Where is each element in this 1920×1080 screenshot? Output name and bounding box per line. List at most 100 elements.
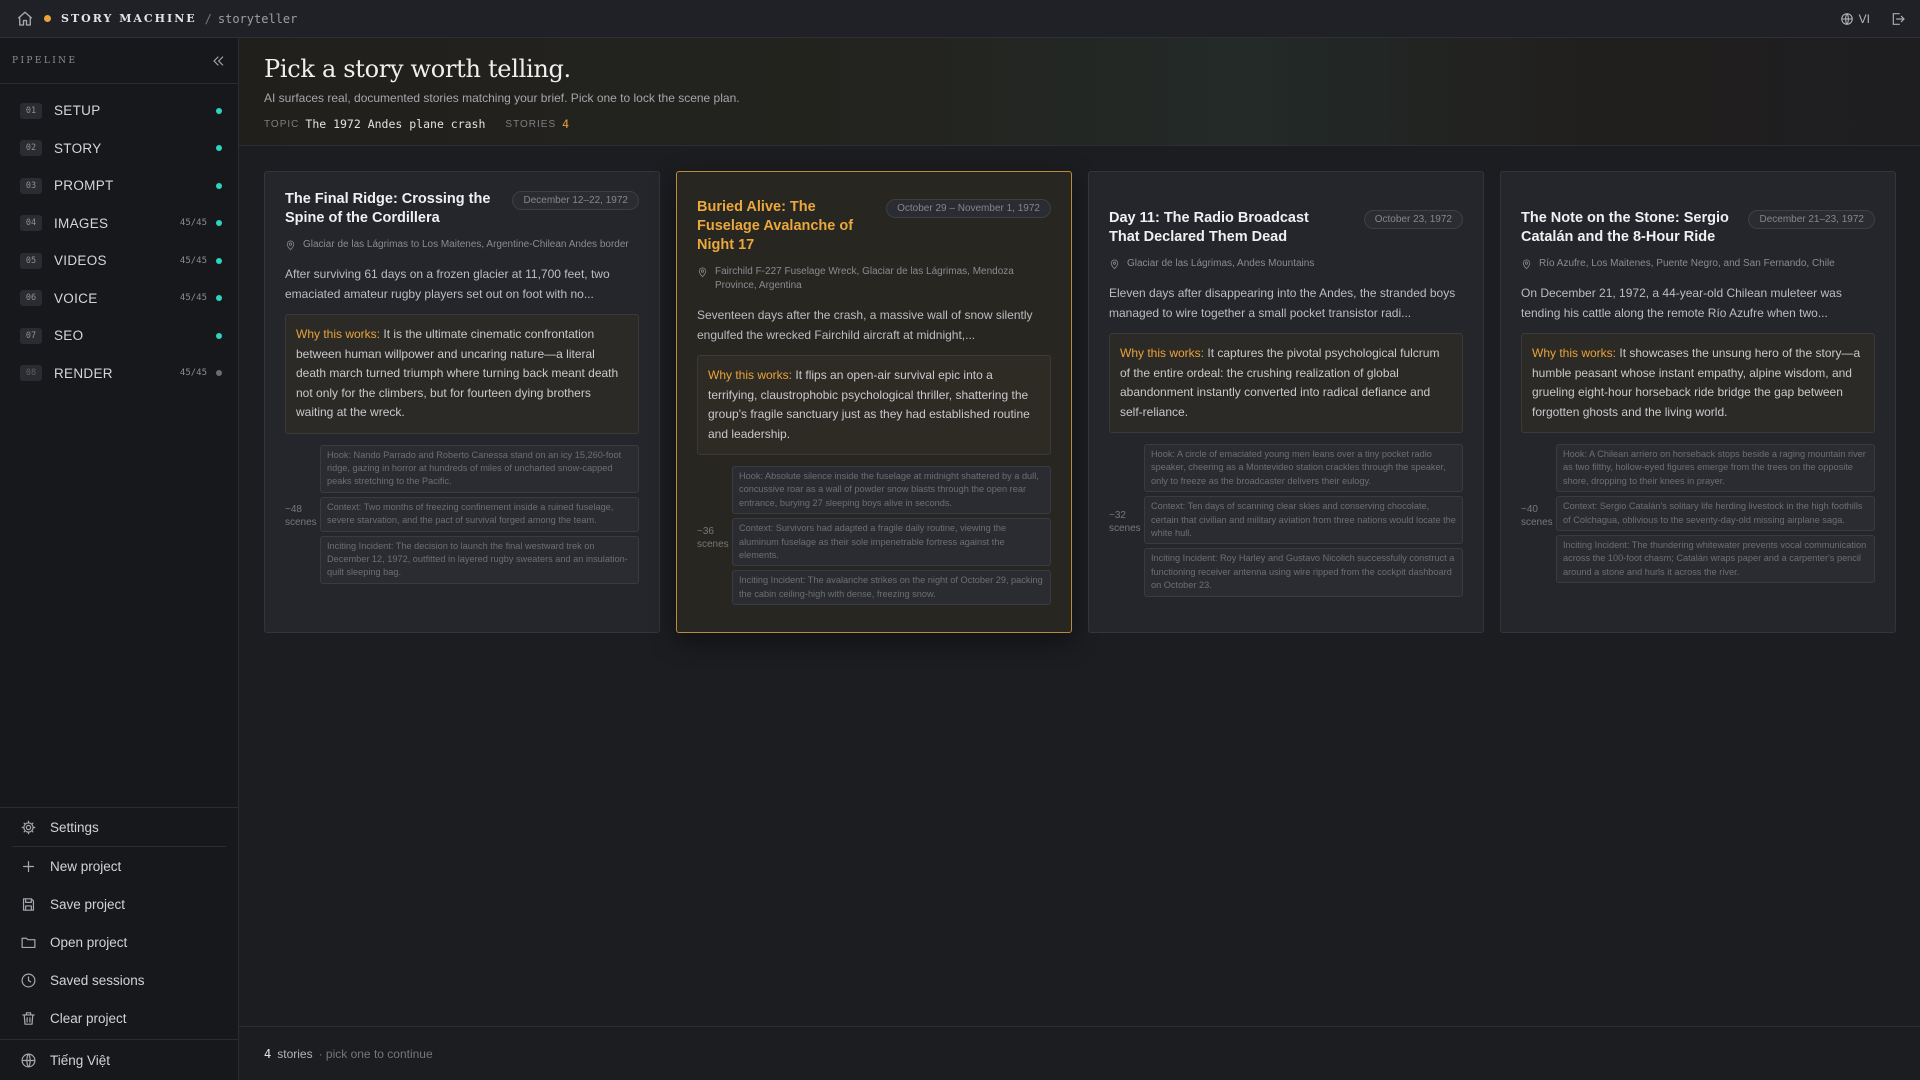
brand-dot (44, 15, 51, 22)
brand-name[interactable]: STORY MACHINE (61, 12, 197, 25)
story-card-selected[interactable]: Buried Alive: The Fuselage Avalanche of … (676, 171, 1072, 633)
scene-count-label: scenes (285, 517, 317, 529)
language-switch[interactable]: Tiếng Việt (0, 1040, 238, 1080)
collapse-sidebar-icon[interactable] (210, 53, 226, 69)
step-count: 45/45 (179, 368, 207, 379)
why-label: Why this works: (708, 368, 793, 382)
scene-beats: ~48 scenes Hook: Nando Parrado and Rober… (285, 444, 639, 588)
sidebar-item-prompt[interactable]: 03 PROMPT (0, 167, 238, 205)
beat-hook: Hook: A circle of emaciated young men le… (1144, 444, 1463, 493)
beat-hook: Hook: Absolute silence inside the fusela… (732, 466, 1051, 515)
globe-icon (21, 1053, 36, 1067)
step-count: 45/45 (179, 218, 207, 229)
step-label: IMAGES (54, 215, 109, 231)
story-date-badge: October 23, 1972 (1363, 210, 1463, 229)
new-project-button[interactable]: New project (0, 847, 238, 885)
beat-hook: Hook: Nando Parrado and Roberto Canessa … (320, 444, 639, 493)
why-label: Why this works: (1120, 346, 1205, 360)
language-code: VI (1858, 11, 1870, 26)
language-toggle[interactable]: VI (1840, 12, 1870, 26)
clock-icon (21, 973, 36, 987)
why-this-works: Why this works: It captures the pivotal … (1109, 333, 1463, 433)
scene-beats: ~40 scenes Hook: A Chilean arriero on ho… (1521, 444, 1875, 587)
story-description: After surviving 61 days on a frozen glac… (285, 267, 610, 301)
home-icon[interactable] (16, 10, 34, 28)
step-number: 07 (20, 327, 42, 344)
settings-button[interactable]: Settings (0, 808, 238, 846)
story-title: The Final Ridge: Crossing the Spine of t… (285, 191, 491, 226)
story-location: Glaciar de las Lágrimas, Andes Mountains (1109, 257, 1463, 271)
language-label: Tiếng Việt (50, 1052, 111, 1068)
sidebar-item-setup[interactable]: 01 SETUP (0, 92, 238, 130)
scene-count-label: scenes (1109, 523, 1141, 535)
step-number: 08 (20, 365, 42, 382)
step-status-dot (216, 145, 222, 152)
saved-sessions-label: Saved sessions (50, 972, 145, 988)
step-status-dot (216, 107, 222, 114)
location-text: Río Azufre, Los Maitenes, Puente Negro, … (1539, 258, 1835, 269)
why-this-works: Why this works: It is the ultimate cinem… (285, 314, 639, 434)
story-card[interactable]: The Final Ridge: Crossing the Spine of t… (264, 171, 660, 633)
sidebar-footer: Settings New project Save project Open p… (0, 807, 238, 1080)
breadcrumb-separator: / (204, 11, 212, 26)
sidebar: PIPELINE 01 SETUP 02 STORY 03 PROMPT 04 … (0, 38, 239, 1080)
trash-icon (22, 1011, 35, 1025)
story-description: Seventeen days after the crash, a massiv… (697, 308, 1033, 342)
map-pin-icon (286, 240, 295, 251)
open-project-button[interactable]: Open project (0, 923, 238, 961)
clear-project-label: Clear project (50, 1010, 127, 1026)
scene-count: ~32 scenes (1109, 444, 1144, 601)
save-icon (22, 897, 35, 911)
sidebar-item-seo[interactable]: 07 SEO (0, 317, 238, 355)
why-label: Why this works: (296, 327, 381, 341)
story-cards: The Final Ridge: Crossing the Spine of t… (264, 171, 1896, 633)
step-status-dot (216, 295, 222, 302)
step-label: SEO (54, 328, 84, 344)
footer-story-count: 4 (264, 1046, 272, 1061)
new-project-label: New project (50, 858, 122, 874)
beat-context: Context: Two months of freezing confinem… (320, 496, 639, 532)
step-label: RENDER (54, 365, 113, 381)
globe-icon (1840, 12, 1853, 25)
step-status-dot (216, 332, 222, 339)
beat-inciting-incident: Inciting Incident: The avalanche strikes… (732, 570, 1051, 606)
story-date-badge: December 12–22, 1972 (512, 191, 639, 210)
step-number: 05 (20, 252, 42, 269)
step-count: 45/45 (179, 293, 207, 304)
folder-icon (21, 937, 36, 948)
step-label: PROMPT (54, 178, 114, 194)
sidebar-item-render[interactable]: 08 RENDER 45/45 (0, 355, 238, 393)
plus-icon (22, 860, 35, 872)
location-text: Fairchild F-227 Fuselage Wreck, Glaciar … (715, 266, 1014, 291)
why-this-works: Why this works: It flips an open-air sur… (697, 355, 1051, 455)
sidebar-item-videos[interactable]: 05 VIDEOS 45/45 (0, 242, 238, 280)
page-header: Pick a story worth telling. AI surfaces … (239, 38, 1920, 146)
saved-sessions-button[interactable]: Saved sessions (0, 961, 238, 999)
save-project-label: Save project (50, 896, 126, 912)
step-number: 06 (20, 290, 42, 307)
sidebar-item-story[interactable]: 02 STORY (0, 130, 238, 168)
story-title: The Note on the Stone: Sergio Catalán an… (1521, 210, 1729, 245)
sidebar-title: PIPELINE (12, 55, 78, 66)
main-content: Pick a story worth telling. AI surfaces … (239, 38, 1920, 1080)
gear-icon (21, 820, 36, 834)
beat-context: Context: Survivors had adapted a fragile… (732, 518, 1051, 567)
save-project-button[interactable]: Save project (0, 885, 238, 923)
story-card[interactable]: The Note on the Stone: Sergio Catalán an… (1500, 171, 1896, 633)
stories-label: STORIES (505, 118, 557, 130)
map-pin-icon (1110, 259, 1119, 270)
story-location: Fairchild F-227 Fuselage Wreck, Glaciar … (697, 265, 1051, 293)
logout-icon[interactable] (1890, 11, 1906, 27)
top-bar: STORY MACHINE / storyteller VI (0, 0, 1920, 38)
scene-count-label: scenes (1521, 516, 1553, 528)
story-title: Buried Alive: The Fuselage Avalanche of … (697, 199, 854, 253)
step-count: 45/45 (179, 255, 207, 266)
sidebar-item-voice[interactable]: 06 VOICE 45/45 (0, 280, 238, 318)
step-label: SETUP (54, 103, 101, 119)
clear-project-button[interactable]: Clear project (0, 999, 238, 1037)
scene-count-value: ~36 (697, 525, 714, 537)
story-card[interactable]: Day 11: The Radio Broadcast That Declare… (1088, 171, 1484, 633)
beat-context: Context: Sergio Catalán's solitary life … (1556, 496, 1875, 532)
sidebar-item-images[interactable]: 04 IMAGES 45/45 (0, 205, 238, 243)
step-number: 01 (20, 102, 42, 119)
